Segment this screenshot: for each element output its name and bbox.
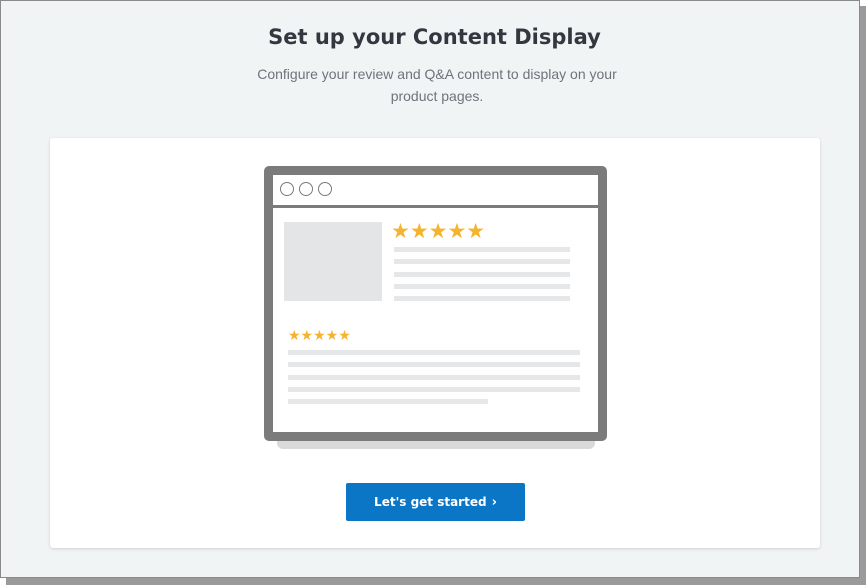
text-line-placeholder	[394, 296, 570, 301]
text-line-placeholder	[288, 362, 580, 367]
text-line-placeholder	[288, 350, 580, 355]
browser-titlebar-divider	[273, 205, 598, 208]
window-shadow-bottom	[6, 578, 866, 585]
page-subtitle: Configure your review and Q&A content to…	[257, 66, 617, 104]
get-started-button[interactable]: Let's get started ›	[346, 483, 525, 521]
review-stars-icon: ★★★★★	[288, 328, 351, 344]
window-shadow-right	[860, 6, 866, 584]
text-line-placeholder	[394, 284, 570, 289]
chevron-right-icon: ›	[491, 494, 497, 510]
text-line-placeholder	[288, 387, 580, 392]
window-dot-icon	[318, 182, 332, 196]
page-title: Set up your Content Display	[268, 25, 601, 49]
text-line-placeholder	[394, 259, 570, 264]
text-line-placeholder	[288, 399, 488, 404]
text-line-placeholder	[394, 272, 570, 277]
get-started-label: Let's get started	[374, 495, 487, 509]
text-line-placeholder	[394, 247, 570, 252]
rating-stars-icon: ★★★★★	[391, 219, 486, 243]
product-image-placeholder	[284, 222, 382, 301]
browser-screen	[273, 175, 598, 432]
window-dot-icon	[280, 182, 294, 196]
window-dot-icon	[299, 182, 313, 196]
text-line-placeholder	[288, 375, 580, 380]
